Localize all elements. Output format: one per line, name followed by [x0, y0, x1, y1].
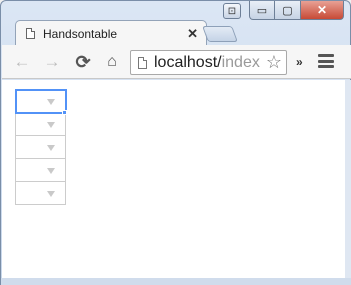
- fill-handle[interactable]: [62, 110, 67, 115]
- table-row: [15, 181, 66, 205]
- dropdown-arrow-icon[interactable]: [47, 191, 55, 197]
- url-path: index: [221, 53, 260, 71]
- maximize-button[interactable]: ▢: [275, 1, 301, 20]
- menu-icon[interactable]: [318, 54, 334, 68]
- dropdown-cell[interactable]: [15, 158, 66, 182]
- dropdown-arrow-icon[interactable]: [47, 145, 55, 151]
- close-tab-icon[interactable]: ✕: [187, 26, 198, 42]
- reload-icon[interactable]: ⟳: [73, 52, 93, 72]
- dropdown-cell[interactable]: [15, 135, 66, 159]
- extensions-overflow-icon[interactable]: »: [296, 55, 303, 69]
- browser-window: ⊡ ▭ ▢ ✕ Handsontable ✕ ← → ⟳ ⌂ localhost…: [0, 0, 351, 285]
- browser-tab[interactable]: Handsontable ✕: [15, 20, 207, 46]
- close-window-button[interactable]: ✕: [301, 1, 344, 20]
- profile-icon[interactable]: ⊡: [223, 3, 241, 19]
- window-bottom-edge: [1, 278, 351, 285]
- dropdown-cell[interactable]: [15, 112, 66, 136]
- dropdown-arrow-icon[interactable]: [47, 122, 55, 128]
- minimize-button[interactable]: ▭: [249, 1, 275, 20]
- table-row: [15, 135, 66, 159]
- back-icon[interactable]: ←: [12, 52, 32, 72]
- tab-title: Handsontable: [43, 26, 118, 41]
- new-tab-button[interactable]: [202, 26, 238, 42]
- table-row: [15, 158, 66, 182]
- content-edge: [345, 80, 351, 278]
- table-row: [15, 112, 66, 136]
- page-info-icon[interactable]: [138, 56, 147, 69]
- browser-toolbar: ← → ⟳ ⌂ localhost/ index ☆ »: [2, 45, 351, 79]
- dropdown-arrow-icon[interactable]: [47, 99, 55, 105]
- dropdown-cell[interactable]: [15, 181, 66, 205]
- page-icon: [26, 28, 35, 39]
- forward-icon[interactable]: →: [42, 52, 62, 72]
- url-host: localhost/: [154, 53, 222, 71]
- table-row: [14, 88, 67, 114]
- dropdown-cell[interactable]: [14, 88, 67, 114]
- window-controls: ▭ ▢ ✕: [249, 1, 344, 21]
- handsontable-grid: [14, 88, 67, 205]
- bookmark-star-icon[interactable]: ☆: [264, 52, 284, 72]
- dropdown-arrow-icon[interactable]: [47, 168, 55, 174]
- home-icon[interactable]: ⌂: [102, 52, 122, 72]
- page-content: [2, 80, 345, 278]
